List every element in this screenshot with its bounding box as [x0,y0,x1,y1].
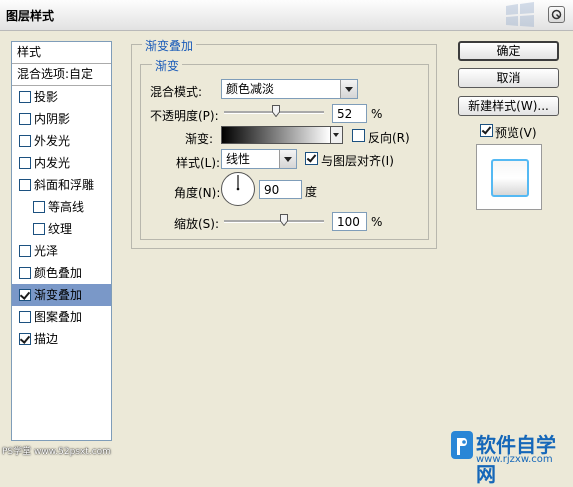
cancel-button[interactable]: 取消 [458,68,559,88]
rjzxw-watermark: 软件自学网 www.rjzxw.com [450,428,572,486]
window-title: 图层样式 [6,9,55,23]
style-item-checkbox[interactable] [19,157,31,169]
style-item-checkbox[interactable] [19,333,31,345]
style-item[interactable]: 颜色叠加 [12,262,111,284]
style-item[interactable]: 内阴影 [12,108,111,130]
style-item-label: 内发光 [34,156,71,170]
opacity-unit: % [371,107,383,121]
align-with-layer-checkbox[interactable] [305,152,318,165]
scale-label: 缩放(S): [174,217,220,231]
ps-watermark: PS学堂 www.52psxt.com [2,447,111,457]
gradient-swatch[interactable] [221,126,331,144]
style-item[interactable]: 内发光 [12,152,111,174]
chevron-down-icon [340,80,357,98]
chevron-down-icon [279,150,296,168]
style-item-label: 光泽 [34,244,59,258]
style-item-label: 图案叠加 [34,310,83,324]
style-item-label: 投影 [34,90,59,104]
style-item-checkbox[interactable] [19,267,31,279]
opacity-label: 不透明度(P): [150,109,219,123]
title-bar: 图层样式 [0,0,573,31]
styles-list: 样式 混合选项:自定 投影内阴影外发光内发光斜面和浮雕等高线纹理光泽颜色叠加渐变… [11,41,112,441]
style-item-label: 外发光 [34,134,71,148]
style-item-checkbox[interactable] [19,311,31,323]
style-item[interactable]: 光泽 [12,240,111,262]
styles-list-header[interactable]: 样式 [12,42,111,64]
scale-value: 100 [337,215,360,229]
style-item-checkbox[interactable] [19,91,31,103]
style-item-checkbox[interactable] [33,223,45,235]
style-select[interactable]: 线性 [221,149,297,169]
layer-style-dialog: 样式 混合选项:自定 投影 内阴影 外发光 内发光 斜面和浮雕 等高线 纹理 光泽 颜色叠加 渐变… [0,31,573,469]
angle-label: 角度(N): [174,186,221,200]
style-value: 线性 [226,152,251,166]
close-icon [551,9,562,20]
preview-swatch [491,159,529,197]
style-item-label: 纹理 [48,222,73,236]
opacity-slider-thumb[interactable] [272,105,280,117]
style-item-label: 渐变叠加 [34,288,83,302]
close-button[interactable] [548,6,565,23]
style-item-label: 等高线 [48,200,85,214]
style-preview-thumbnail [476,144,542,210]
gradient-picker-button[interactable] [331,126,343,144]
rjzxw-logo-icon [451,431,473,459]
preview-label: 预览(V) [495,126,537,140]
gradient-label: 渐变: [185,132,214,146]
angle-value: 90 [264,183,280,197]
blend-mode-select[interactable]: 颜色减淡 [221,79,358,99]
style-item[interactable]: 斜面和浮雕 [12,174,111,196]
style-item-label: 颜色叠加 [34,266,83,280]
scale-unit: % [371,215,383,229]
style-item-checkbox[interactable] [19,179,31,191]
style-item[interactable]: 纹理 [12,218,111,240]
windows-logo-icon [506,2,534,27]
style-item[interactable]: 投影 [12,86,111,108]
reverse-label: 反向(R) [368,131,410,145]
angle-input[interactable]: 90 [259,180,302,199]
reverse-checkbox[interactable] [352,129,365,142]
chevron-down-icon [333,133,339,137]
ok-button[interactable]: 确定 [458,41,559,61]
scale-input[interactable]: 100 [332,212,367,231]
scale-slider-thumb[interactable] [280,214,288,226]
style-item-checkbox[interactable] [19,135,31,147]
align-with-layer-label: 与图层对齐(I) [321,154,394,168]
style-item[interactable]: 等高线 [12,196,111,218]
style-item-label: 描边 [34,332,59,346]
opacity-input[interactable]: 52 [332,104,367,123]
preview-checkbox[interactable] [480,124,493,137]
style-item[interactable]: 描边 [12,328,111,350]
blend-mode-value: 颜色减淡 [226,82,275,96]
gradient-overlay-title: 渐变叠加 [142,37,197,54]
opacity-value: 52 [337,107,353,121]
angle-dial[interactable] [220,171,256,207]
style-item-checkbox[interactable] [19,245,31,257]
style-item[interactable]: 外发光 [12,130,111,152]
style-label: 样式(L): [176,156,221,170]
blend-mode-label: 混合模式: [150,85,203,99]
blend-options-item[interactable]: 混合选项:自定 [12,64,111,86]
style-item-checkbox[interactable] [19,289,31,301]
style-item-label: 内阴影 [34,112,71,126]
style-item-label: 斜面和浮雕 [34,178,95,192]
new-style-button[interactable]: 新建样式(W)... [458,96,559,116]
gradient-group-title: 渐变 [152,57,183,74]
style-item-checkbox[interactable] [33,201,45,213]
style-item[interactable]: 图案叠加 [12,306,111,328]
angle-unit: 度 [305,185,318,199]
style-item-checkbox[interactable] [19,113,31,125]
scale-slider[interactable] [224,220,324,223]
rjzxw-url: www.rjzxw.com [476,454,553,465]
style-item[interactable]: 渐变叠加 [12,284,111,306]
